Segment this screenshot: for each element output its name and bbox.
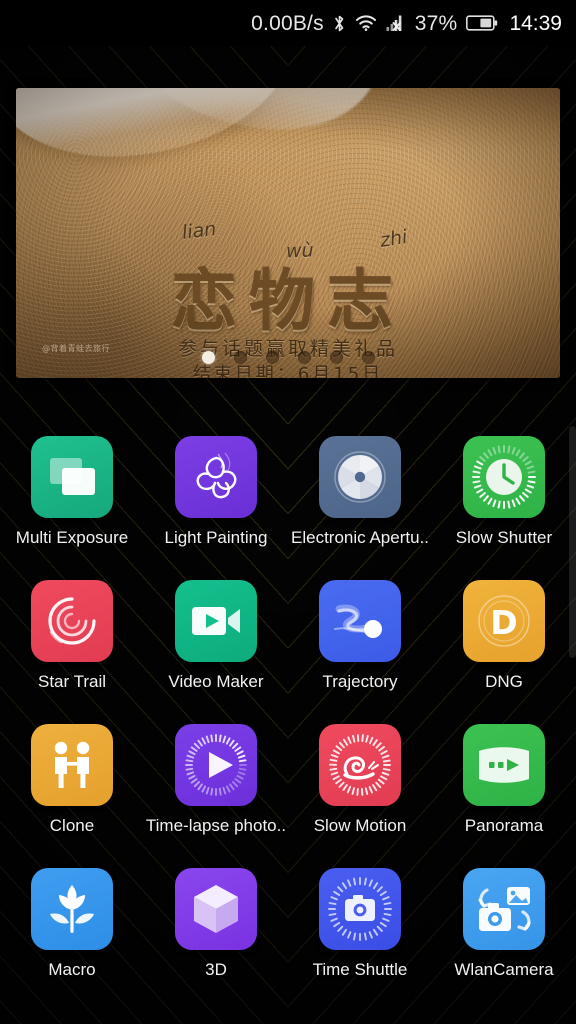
app-grid-row: Multi Exposure Light Painting Electronic A…	[0, 420, 576, 564]
app-label: WlanCamera	[454, 960, 554, 979]
banner-figurine-icon	[247, 377, 267, 378]
macro-flower-icon[interactable]	[31, 868, 113, 950]
app-item-wlancamera[interactable]: WlanCamera	[432, 852, 576, 996]
app-label: Electronic Apertu..	[291, 528, 429, 547]
app-item-slow-motion[interactable]: Slow Motion	[288, 708, 432, 852]
star-trail-icon[interactable]	[31, 580, 113, 662]
app-label: Time-lapse photo..	[145, 816, 287, 835]
aperture-icon[interactable]	[319, 436, 401, 518]
battery-icon	[466, 14, 498, 32]
app-item-dng[interactable]: D DNG	[432, 564, 576, 708]
time-shuttle-icon[interactable]	[319, 868, 401, 950]
app-item-clone[interactable]: Clone	[0, 708, 144, 852]
app-label: Slow Motion	[313, 816, 407, 835]
app-label: DNG	[485, 672, 523, 691]
phone-screen: 0.00B/s 37% 14:39 @背着青蛙去旅行 Multi Exposur…	[0, 0, 576, 1024]
app-label: Multi Exposure	[15, 528, 129, 547]
battery-percent-text: 37%	[414, 11, 458, 35]
app-item-trajectory[interactable]: Trajectory	[288, 564, 432, 708]
app-grid-row: Star Trail Video Maker Trajectory D DNG	[0, 564, 576, 708]
panorama-icon[interactable]	[463, 724, 545, 806]
app-label: Panorama	[464, 816, 544, 835]
cellular-signal-off-icon	[386, 14, 406, 32]
wifi-icon	[355, 14, 377, 32]
app-label: 3D	[205, 960, 227, 979]
app-item-time-lapse-photo[interactable]: Time-lapse photo..	[144, 708, 288, 852]
app-label: Video Maker	[168, 672, 264, 691]
page-scrollbar[interactable]	[569, 426, 576, 658]
app-label: Macro	[48, 960, 96, 979]
multi-exposure-icon[interactable]	[31, 436, 113, 518]
clock-text: 14:39	[509, 11, 562, 35]
app-item-light-painting[interactable]: Light Painting	[144, 420, 288, 564]
app-item-macro[interactable]: Macro	[0, 852, 144, 996]
dng-icon[interactable]: D	[463, 580, 545, 662]
app-item-video-maker[interactable]: Video Maker	[144, 564, 288, 708]
app-item-3d[interactable]: 3D	[144, 852, 288, 996]
promo-banner[interactable]: lian wù zhi 恋物志 参与话题赢取精美礼品 结束日期：6月15日 @背…	[16, 88, 560, 378]
app-item-time-shuttle[interactable]: Time Shuttle	[288, 852, 432, 996]
trajectory-icon[interactable]	[319, 580, 401, 662]
svg-text:D: D	[490, 603, 517, 642]
app-label: Star Trail	[37, 672, 107, 691]
app-item-multi-exposure[interactable]: Multi Exposure	[0, 420, 144, 564]
network-speed-text: 0.00B/s	[251, 11, 324, 35]
cube-3d-icon[interactable]	[175, 868, 257, 950]
pagination-dot[interactable]	[297, 351, 311, 364]
pagination-dot[interactable]	[329, 351, 343, 364]
app-grid-row: Macro 3D Time Shuttle WlanCamera	[0, 852, 576, 996]
app-label: Time Shuttle	[312, 960, 408, 979]
app-grid-row: Clone Time-lapse photo.. Slow Motion Panora…	[0, 708, 576, 852]
banner-pagination[interactable]	[16, 351, 560, 364]
clone-icon[interactable]	[31, 724, 113, 806]
app-item-slow-shutter[interactable]: Slow Shutter	[432, 420, 576, 564]
status-bar[interactable]: 0.00B/s 37% 14:39	[0, 0, 576, 46]
app-label: Slow Shutter	[455, 528, 553, 547]
video-maker-icon[interactable]	[175, 580, 257, 662]
app-item-panorama[interactable]: Panorama	[432, 708, 576, 852]
wlan-camera-icon[interactable]	[463, 868, 545, 950]
bluetooth-icon	[333, 13, 346, 34]
pagination-dot[interactable]	[201, 351, 215, 364]
app-label: Light Painting	[164, 528, 268, 547]
light-painting-icon[interactable]	[175, 436, 257, 518]
pagination-dot[interactable]	[233, 351, 247, 364]
pagination-dot[interactable]	[361, 351, 375, 364]
pagination-dot[interactable]	[265, 351, 279, 364]
slow-shutter-icon[interactable]	[463, 436, 545, 518]
banner-vignette	[16, 88, 560, 378]
app-item-star-trail[interactable]: Star Trail	[0, 564, 144, 708]
slow-motion-snail-icon[interactable]	[319, 724, 401, 806]
time-lapse-icon[interactable]	[175, 724, 257, 806]
app-item-electronic-apertu[interactable]: Electronic Apertu..	[288, 420, 432, 564]
app-label: Trajectory	[322, 672, 398, 691]
app-label: Clone	[49, 816, 95, 835]
app-grid: Multi Exposure Light Painting Electronic A…	[0, 420, 576, 996]
